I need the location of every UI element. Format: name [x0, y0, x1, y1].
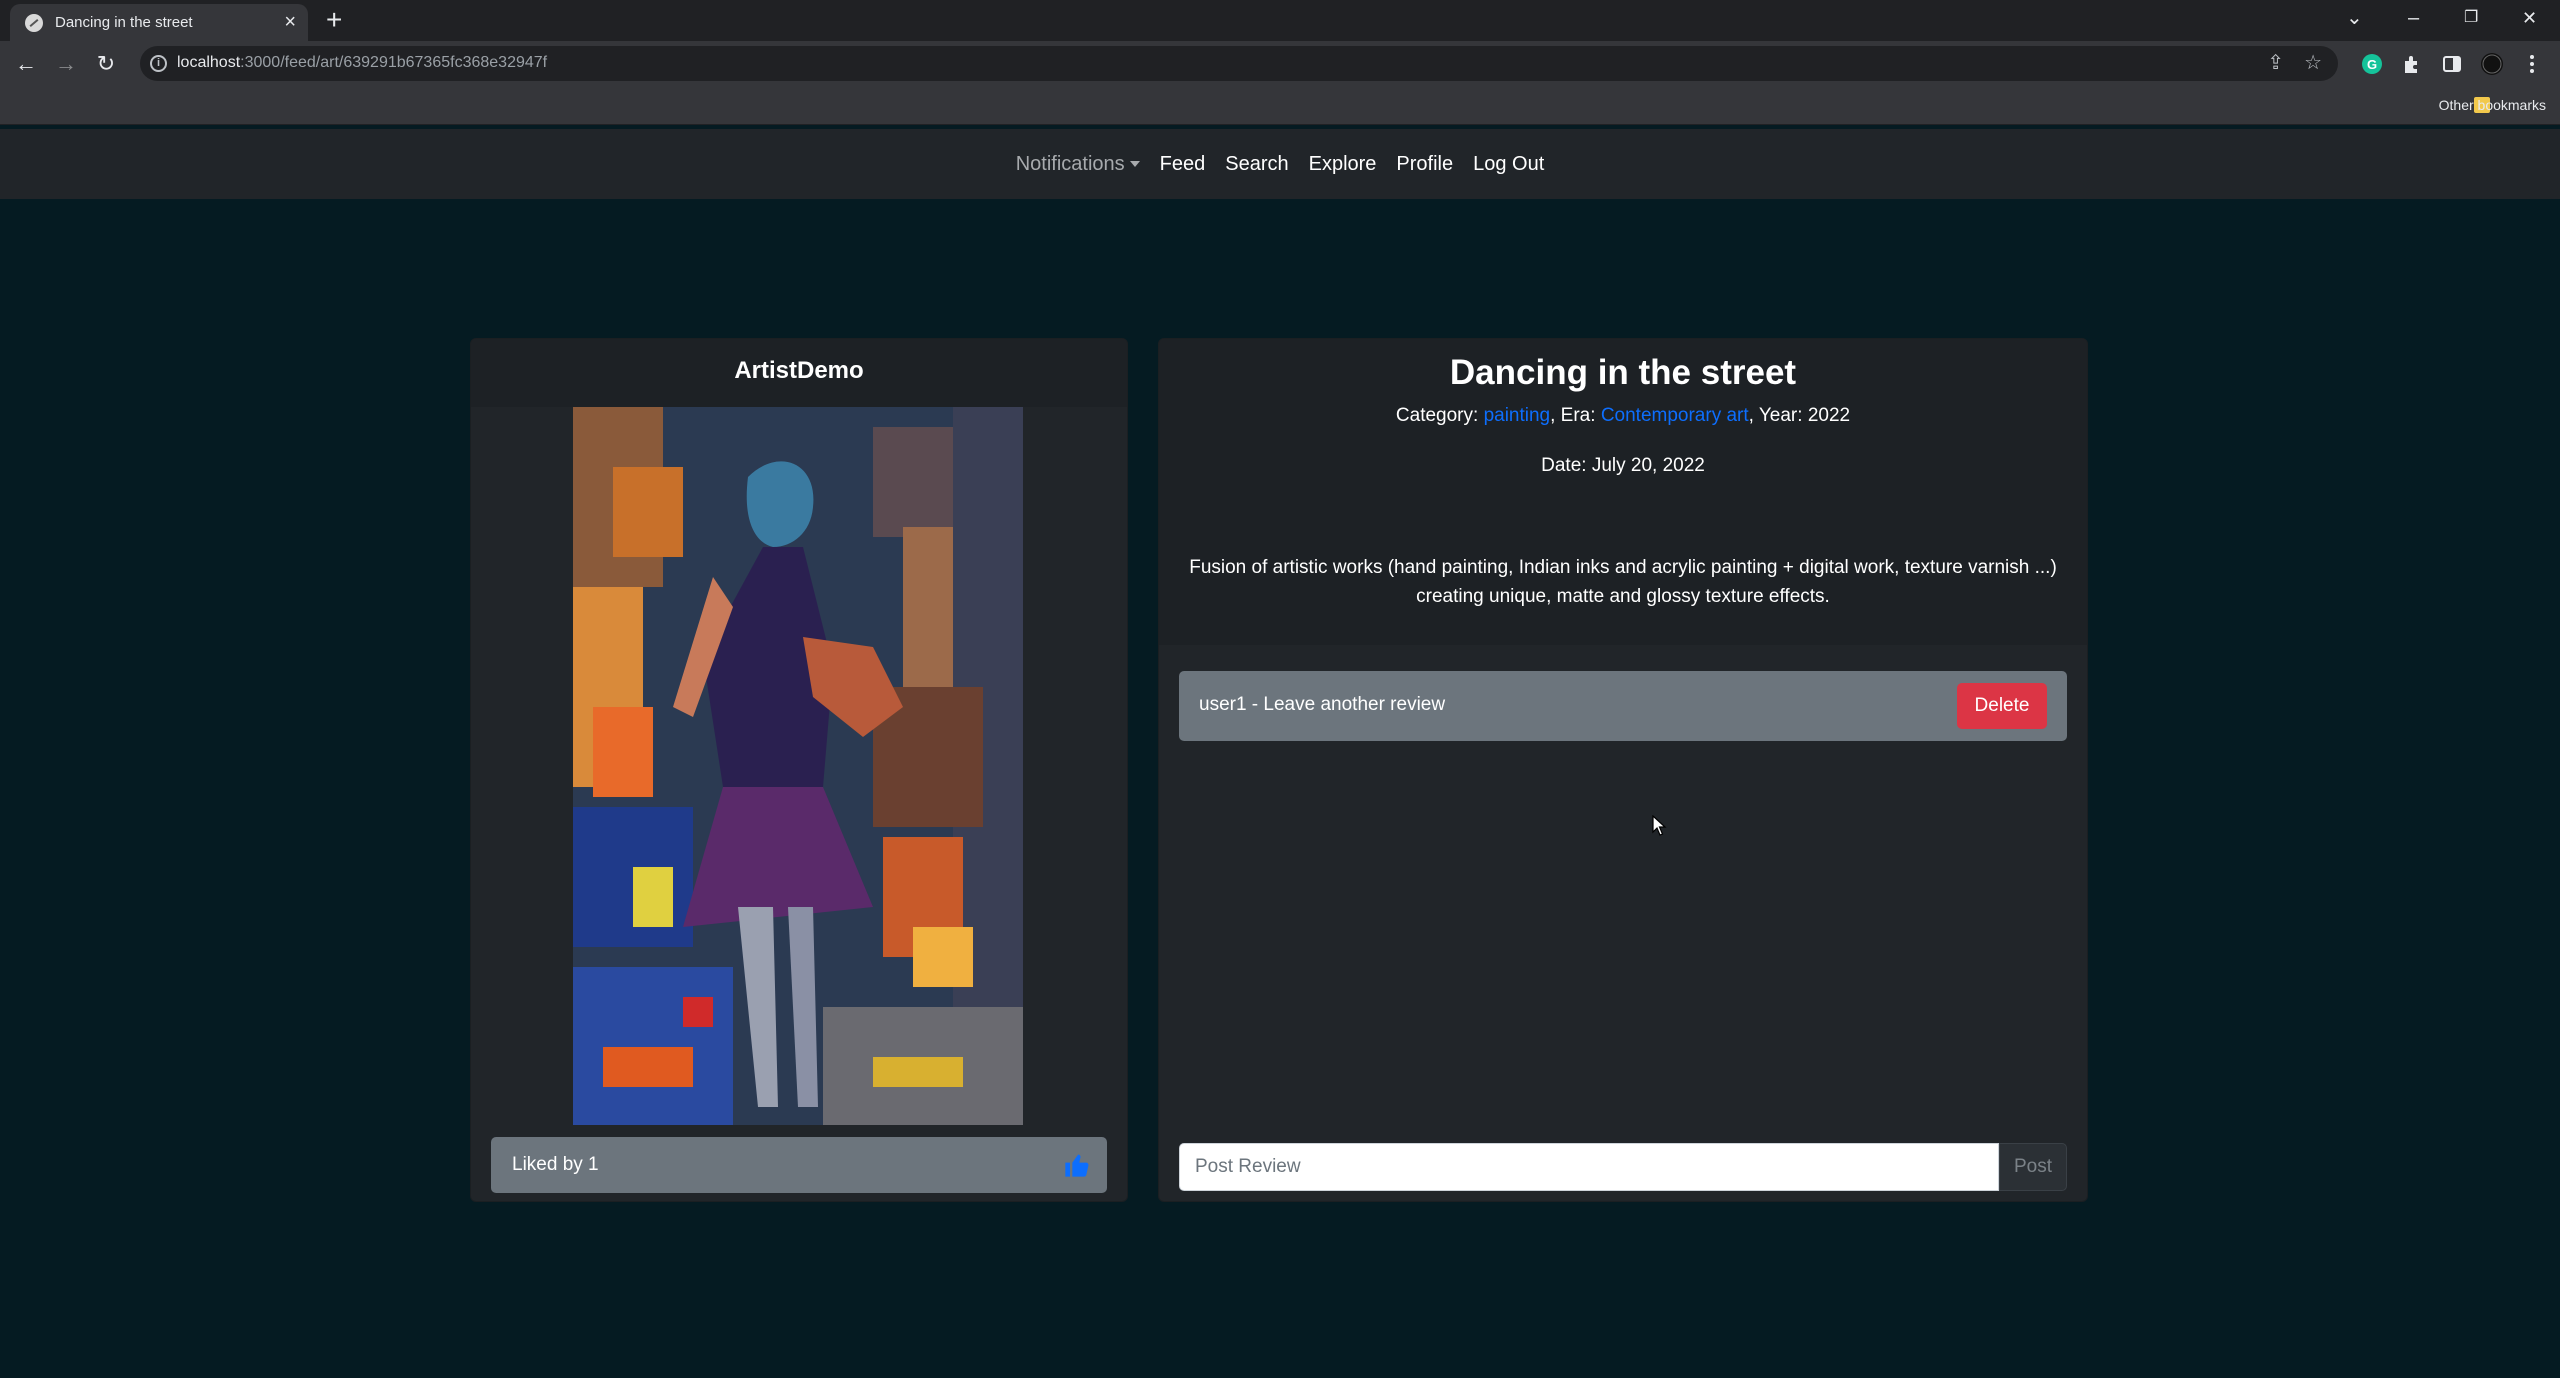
browser-tab-bar: Dancing in the street × + ⌄ – ❐ ✕ — [0, 0, 2560, 41]
artwork-image — [573, 407, 1023, 1125]
nav-search[interactable]: Search — [1215, 153, 1298, 176]
bookmarks-bar: Other bookmarks — [0, 87, 2560, 125]
tab-title: Dancing in the street — [55, 14, 193, 31]
caret-down-icon — [1129, 161, 1140, 168]
artwork-painting — [573, 407, 1023, 1125]
review-text: user1 - Leave another review — [1199, 694, 1446, 715]
artwork-details-header: Dancing in the street Category: painting… — [1159, 339, 2087, 645]
palette-icon — [25, 14, 43, 32]
new-tab-icon[interactable]: + — [326, 4, 342, 36]
maximize-icon[interactable]: ❐ — [2464, 4, 2478, 32]
app-navbar: Notifications Feed Search Explore Profil… — [0, 129, 2560, 199]
minimize-icon[interactable]: – — [2408, 4, 2419, 32]
window-close-icon[interactable]: ✕ — [2522, 4, 2537, 32]
artwork-meta: Category: painting, Era: Contemporary ar… — [1395, 405, 1851, 426]
more-menu-icon[interactable] — [2520, 52, 2544, 76]
artwork-title: Dancing in the street — [1449, 353, 1797, 392]
url-text[interactable]: localhost:3000/feed/art/639291b67365fc36… — [177, 54, 547, 72]
nav-notifications-dropdown[interactable]: Notifications — [1006, 153, 1150, 176]
back-icon[interactable]: ← — [10, 48, 42, 80]
share-icon[interactable]: ⇪ — [2267, 52, 2284, 74]
other-bookmarks[interactable]: Other bookmarks — [2439, 97, 2546, 113]
artwork-date: Date: July 20, 2022 — [1541, 455, 1705, 476]
info-icon[interactable]: i — [150, 55, 167, 72]
star-icon[interactable]: ☆ — [2304, 52, 2322, 74]
delete-review-button[interactable]: Delete — [1957, 683, 2047, 729]
mouse-cursor-icon — [1652, 815, 1667, 836]
forward-icon[interactable]: → — [50, 48, 82, 80]
side-panel-icon[interactable] — [2440, 52, 2464, 76]
close-icon[interactable]: × — [284, 10, 296, 34]
era-link[interactable]: Contemporary art — [1601, 405, 1749, 426]
category-link[interactable]: painting — [1484, 405, 1551, 426]
nav-logout[interactable]: Log Out — [1463, 153, 1554, 176]
thumbs-up-icon[interactable] — [1063, 1151, 1091, 1179]
address-bar[interactable]: i localhost:3000/feed/art/639291b67365fc… — [140, 46, 2338, 81]
liked-count: Liked by 1 — [512, 1154, 599, 1175]
profile-avatar-icon[interactable] — [2480, 52, 2504, 76]
post-review-button[interactable]: Post — [1999, 1143, 2067, 1191]
tab-search-icon[interactable]: ⌄ — [2346, 4, 2363, 32]
artwork-card-header: ArtistDemo — [471, 339, 1127, 407]
grammarly-extension-icon[interactable]: G — [2360, 52, 2384, 76]
artwork-details-card: Dancing in the street Category: painting… — [1158, 338, 2088, 1202]
extensions-icon[interactable] — [2400, 52, 2424, 76]
browser-tab-active[interactable]: Dancing in the street × — [10, 4, 308, 41]
review-item: user1 - Leave another review Delete — [1179, 671, 2067, 741]
reload-icon[interactable]: ↻ — [90, 48, 122, 80]
svg-text:G: G — [2367, 57, 2377, 72]
nav-profile[interactable]: Profile — [1386, 153, 1463, 176]
post-review-input[interactable] — [1179, 1143, 1999, 1191]
artist-name[interactable]: ArtistDemo — [734, 357, 863, 385]
artwork-description: Fusion of artistic works (hand painting,… — [1189, 557, 2057, 607]
nav-feed[interactable]: Feed — [1150, 153, 1216, 176]
artwork-card: ArtistDemo Liked by 1 — [470, 338, 1128, 1202]
liked-by-bar: Liked by 1 — [491, 1137, 1107, 1193]
nav-links: Notifications Feed Search Explore Profil… — [0, 129, 2560, 199]
browser-toolbar: ← → ↻ i localhost:3000/feed/art/639291b6… — [0, 41, 2560, 87]
nav-explore[interactable]: Explore — [1299, 153, 1387, 176]
